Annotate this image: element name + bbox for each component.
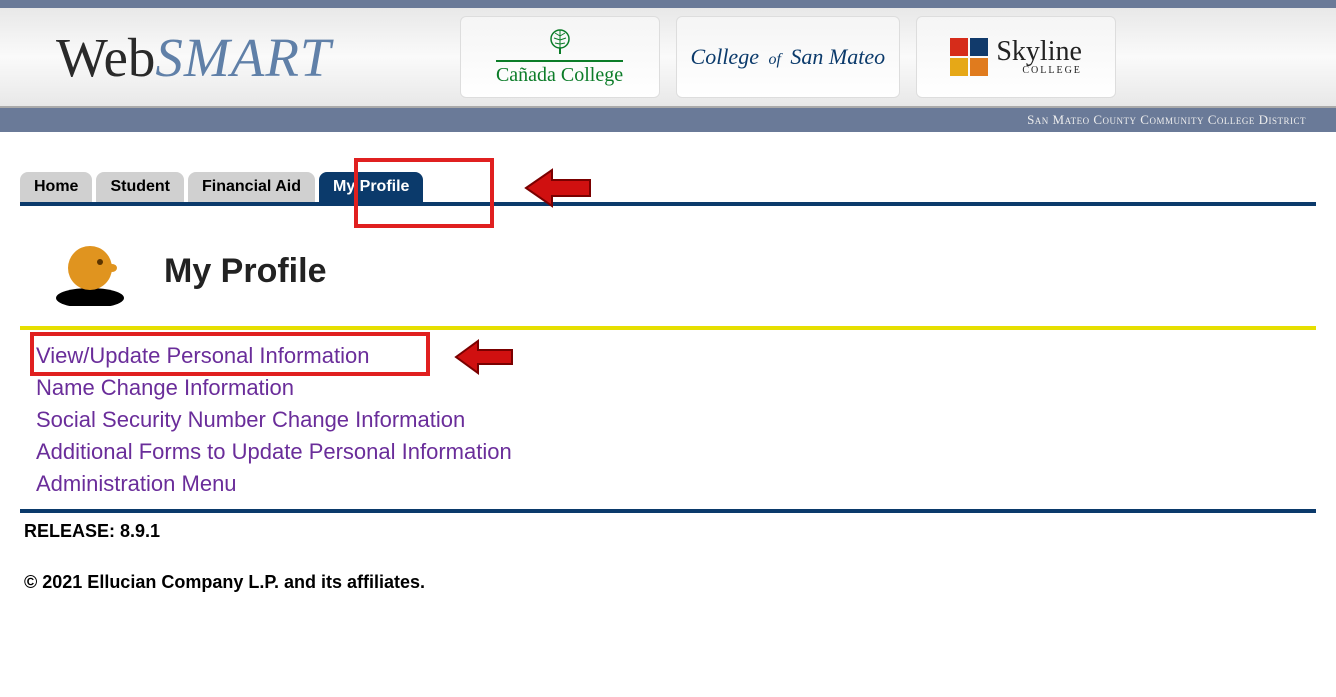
copyright-text: © 2021 Ellucian Company L.P. and its aff…	[24, 572, 1316, 593]
dark-divider	[20, 509, 1316, 513]
annotation-arrow-link	[454, 338, 516, 381]
tree-icon	[545, 28, 575, 58]
csm-logo[interactable]: College of San Mateo	[676, 16, 901, 98]
link-admin-menu[interactable]: Administration Menu	[36, 468, 1316, 500]
logo-smart-text: SMART	[155, 26, 331, 89]
canada-college-logo[interactable]: Cañada College	[460, 16, 660, 98]
page-title: My Profile	[164, 252, 326, 291]
profile-link-list: View/Update Personal Information Name Ch…	[36, 340, 1316, 499]
page-title-row: My Profile	[50, 236, 1316, 306]
link-additional-forms[interactable]: Additional Forms to Update Personal Info…	[36, 436, 1316, 468]
district-bar: San Mateo County Community College Distr…	[0, 108, 1336, 132]
link-view-update-personal-info[interactable]: View/Update Personal Information	[36, 340, 1316, 372]
skyline-tiles-icon	[950, 38, 988, 76]
csm-of: of	[768, 51, 780, 68]
skyline-logo[interactable]: Skyline COLLEGE	[916, 16, 1116, 98]
canada-college-text: Cañada College	[496, 60, 623, 87]
link-ssn-change[interactable]: Social Security Number Change Informatio…	[36, 404, 1316, 436]
district-text: San Mateo County Community College Distr…	[1027, 112, 1306, 127]
websmart-logo: WebSMART	[56, 26, 332, 89]
tab-student[interactable]: Student	[96, 172, 184, 202]
skyline-text: Skyline	[996, 36, 1082, 67]
tab-home[interactable]: Home	[20, 172, 92, 202]
header-banner: WebSMART Cañada College College of San M…	[0, 8, 1336, 108]
tab-financial-aid[interactable]: Financial Aid	[188, 172, 315, 202]
csm-name: San Mateo	[790, 44, 885, 69]
arrow-left-icon	[454, 338, 516, 376]
annotation-arrow-tab	[524, 166, 594, 215]
yellow-divider	[20, 326, 1316, 330]
skyline-sub: COLLEGE	[996, 66, 1082, 76]
release-text: RELEASE: 8.9.1	[24, 521, 1316, 542]
tab-my-profile[interactable]: My Profile	[319, 172, 423, 202]
logo-web-text: Web	[56, 26, 155, 89]
avatar-icon	[50, 236, 140, 306]
header-top-bar	[0, 0, 1336, 8]
csm-prefix: College	[691, 44, 759, 69]
arrow-left-icon	[524, 166, 594, 210]
tab-row: Home Student Financial Aid My Profile	[20, 172, 1316, 206]
link-name-change[interactable]: Name Change Information	[36, 372, 1316, 404]
